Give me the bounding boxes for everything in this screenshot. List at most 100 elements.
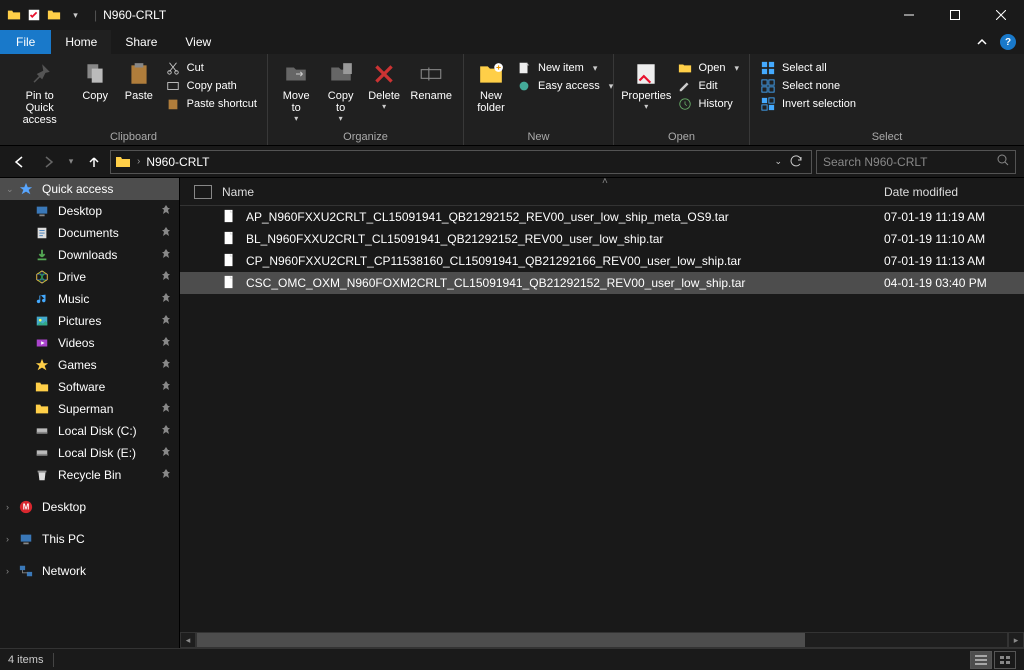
sidebar-item-icon xyxy=(34,445,50,461)
close-button[interactable] xyxy=(978,0,1024,30)
tab-share[interactable]: Share xyxy=(111,30,171,54)
sidebar-item-icon xyxy=(34,335,50,351)
address-bar[interactable]: › N960-CRLT ⌄ xyxy=(110,150,812,174)
back-button[interactable] xyxy=(8,150,32,174)
sidebar-quick-access[interactable]: ⌄ Quick access xyxy=(0,178,179,200)
refresh-button[interactable] xyxy=(790,154,803,170)
file-row[interactable]: CP_N960FXXU2CRLT_CP11538160_CL15091941_Q… xyxy=(180,250,1024,272)
select-all-icon xyxy=(760,60,776,76)
horizontal-scrollbar[interactable]: ◂ ▸ xyxy=(180,632,1024,648)
easy-access-icon xyxy=(516,78,532,94)
pin-to-quick-access-button[interactable]: Pin to Quick access xyxy=(6,58,73,128)
pin-icon xyxy=(161,271,171,284)
sidebar-item[interactable]: Desktop xyxy=(0,200,179,222)
paste-button[interactable]: Paste xyxy=(117,58,161,104)
chevron-down-icon[interactable]: ⌄ xyxy=(6,184,14,195)
sidebar-item-icon xyxy=(34,269,50,285)
sidebar-item[interactable]: Documents xyxy=(0,222,179,244)
dropdown-icon[interactable]: ⌄ xyxy=(774,156,782,167)
minimize-button[interactable] xyxy=(886,0,932,30)
pin-icon xyxy=(161,293,171,306)
delete-button[interactable]: Delete▾ xyxy=(363,58,406,112)
edit-button[interactable]: Edit xyxy=(677,78,739,94)
sidebar-item[interactable]: Downloads xyxy=(0,244,179,266)
maximize-button[interactable] xyxy=(932,0,978,30)
sidebar-item-icon xyxy=(34,357,50,373)
sidebar-item[interactable]: Games xyxy=(0,354,179,376)
title-separator: | xyxy=(88,8,103,22)
up-button[interactable] xyxy=(82,150,106,174)
search-icon xyxy=(997,154,1009,169)
sidebar-item[interactable]: Music xyxy=(0,288,179,310)
new-folder-button[interactable]: New folder xyxy=(470,58,512,116)
scroll-left-button[interactable]: ◂ xyxy=(180,632,196,648)
clipboard-group-label: Clipboard xyxy=(0,131,267,145)
pin-icon xyxy=(24,60,56,88)
tab-file[interactable]: File xyxy=(0,30,51,54)
chevron-right-icon[interactable]: › xyxy=(6,534,9,544)
sidebar-this-pc[interactable]: › This PC xyxy=(0,528,179,550)
network-icon xyxy=(18,563,34,579)
ribbon: Pin to Quick access Copy Paste Cut Copy … xyxy=(0,54,1024,146)
file-icon xyxy=(222,275,238,291)
large-icons-view-button[interactable] xyxy=(994,651,1016,669)
details-view-button[interactable] xyxy=(970,651,992,669)
sidebar-network[interactable]: › Network xyxy=(0,560,179,582)
copy-button[interactable]: Copy xyxy=(73,58,117,104)
tab-home[interactable]: Home xyxy=(51,30,111,54)
sidebar-item[interactable]: Software xyxy=(0,376,179,398)
sidebar-item-icon xyxy=(34,313,50,329)
delete-icon xyxy=(368,60,400,88)
column-headers: ˄ Name Date modified xyxy=(180,178,1024,206)
qat-dropdown-icon[interactable] xyxy=(66,7,82,23)
scrollbar-thumb[interactable] xyxy=(197,633,805,647)
chevron-right-icon[interactable]: › xyxy=(137,156,140,167)
select-all-button[interactable]: Select all xyxy=(760,60,856,76)
file-row[interactable]: CSC_OMC_OXM_N960FOXM2CRLT_CL15091941_QB2… xyxy=(180,272,1024,294)
sidebar-item[interactable]: Local Disk (E:) xyxy=(0,442,179,464)
file-row[interactable]: BL_N960FXXU2CRLT_CL15091941_QB21292152_R… xyxy=(180,228,1024,250)
easy-access-button[interactable]: Easy access xyxy=(516,78,613,94)
chevron-right-icon[interactable]: › xyxy=(6,566,9,576)
collapse-ribbon-button[interactable] xyxy=(970,30,994,54)
copy-to-button[interactable]: Copy to▾ xyxy=(318,58,362,124)
file-row[interactable]: AP_N960FXXU2CRLT_CL15091941_QB21292152_R… xyxy=(180,206,1024,228)
column-name[interactable]: Name xyxy=(222,185,884,199)
properties-qat-icon[interactable] xyxy=(26,7,42,23)
mega-icon: M xyxy=(18,499,34,515)
breadcrumb[interactable]: N960-CRLT xyxy=(146,155,209,169)
sidebar-item[interactable]: Recycle Bin xyxy=(0,464,179,486)
select-none-button[interactable]: Select none xyxy=(760,78,856,94)
sidebar-item[interactable]: Videos xyxy=(0,332,179,354)
invert-selection-button[interactable]: Invert selection xyxy=(760,96,856,112)
folder-qat-icon[interactable] xyxy=(46,7,62,23)
new-item-button[interactable]: New item xyxy=(516,60,613,76)
column-date[interactable]: Date modified xyxy=(884,185,1024,199)
properties-button[interactable]: Properties▾ xyxy=(620,58,673,112)
paste-shortcut-button[interactable]: Paste shortcut xyxy=(165,96,257,112)
scroll-right-button[interactable]: ▸ xyxy=(1008,632,1024,648)
pin-icon xyxy=(161,469,171,482)
select-all-checkbox[interactable] xyxy=(194,185,212,199)
copy-path-button[interactable]: Copy path xyxy=(165,78,257,94)
recent-locations-button[interactable]: ▾ xyxy=(64,150,78,174)
history-button[interactable]: History xyxy=(677,96,739,112)
sidebar-item[interactable]: Pictures xyxy=(0,310,179,332)
sidebar-item-label: Desktop xyxy=(58,204,153,218)
sidebar-desktop-root[interactable]: › M Desktop xyxy=(0,496,179,518)
search-input[interactable]: Search N960-CRLT xyxy=(816,150,1016,174)
cut-button[interactable]: Cut xyxy=(165,60,257,76)
move-to-button[interactable]: Move to▾ xyxy=(274,58,318,124)
sidebar-item-label: Videos xyxy=(58,336,153,350)
sidebar-item[interactable]: Local Disk (C:) xyxy=(0,420,179,442)
title-bar: | N960-CRLT xyxy=(0,0,1024,30)
help-button[interactable]: ? xyxy=(1000,34,1016,50)
rename-button[interactable]: Rename xyxy=(405,58,457,104)
sidebar-item[interactable]: Drive xyxy=(0,266,179,288)
chevron-right-icon[interactable]: › xyxy=(6,502,9,512)
forward-button[interactable] xyxy=(36,150,60,174)
tab-view[interactable]: View xyxy=(171,30,225,54)
file-name: CSC_OMC_OXM_N960FOXM2CRLT_CL15091941_QB2… xyxy=(246,276,884,290)
sidebar-item[interactable]: Superman xyxy=(0,398,179,420)
open-button[interactable]: Open xyxy=(677,60,739,76)
